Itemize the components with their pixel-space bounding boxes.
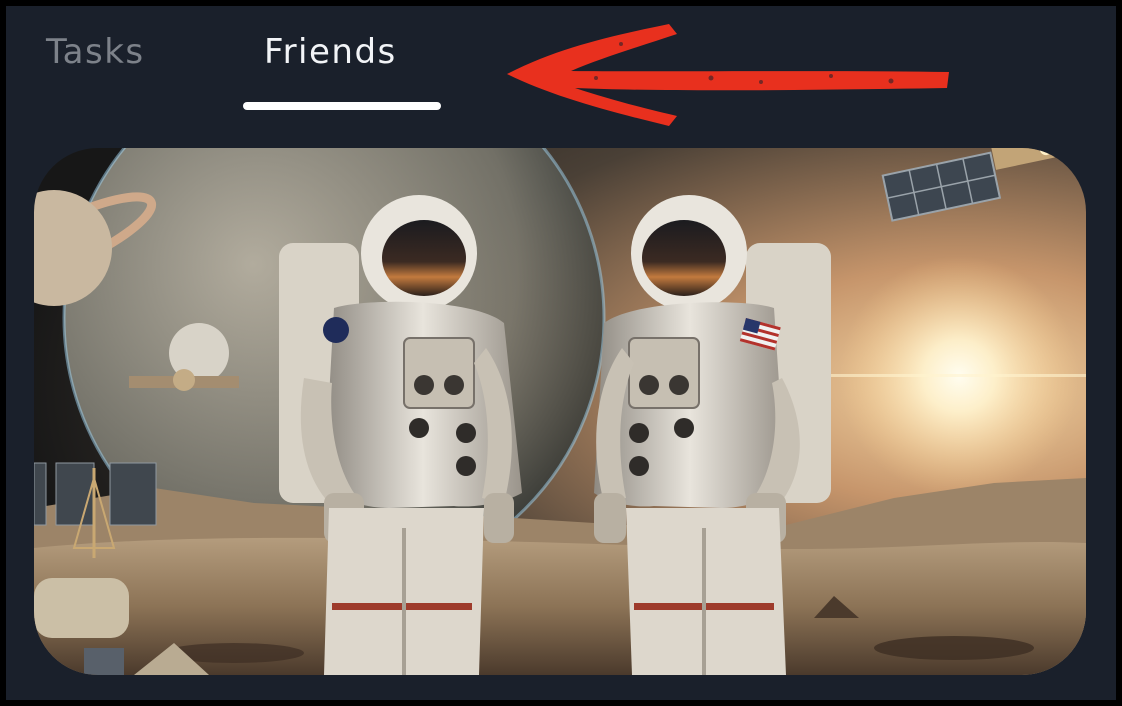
tab-tasks[interactable]: Tasks <box>46 32 145 72</box>
app-screen: Tasks Friends <box>6 6 1116 700</box>
astronauts-banner <box>34 148 1086 675</box>
red-arrow-icon <box>507 24 949 126</box>
tab-friends[interactable]: Friends <box>264 32 397 72</box>
astronauts-illustration <box>34 148 1086 675</box>
active-tab-indicator <box>243 102 441 110</box>
